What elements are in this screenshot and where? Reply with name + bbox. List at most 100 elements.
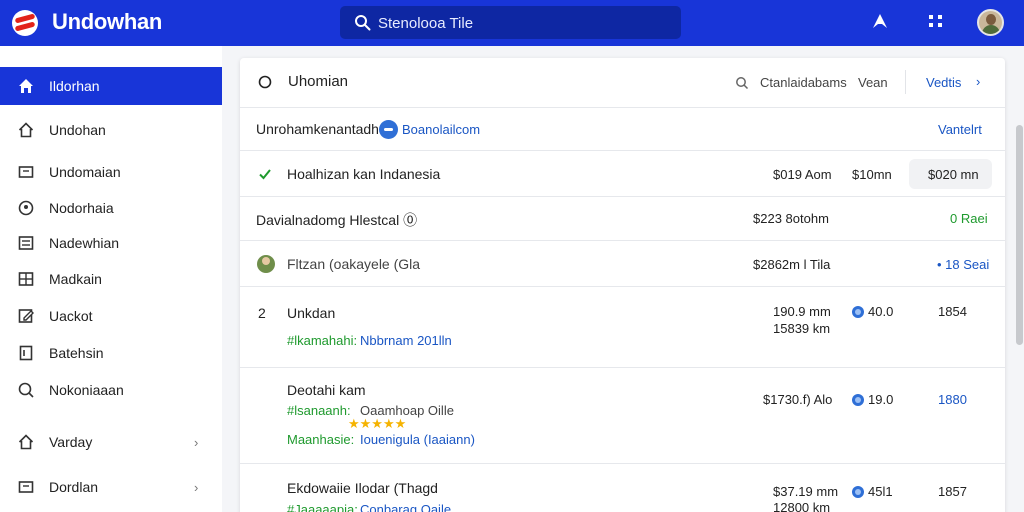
grid-icon — [18, 272, 34, 286]
sidebar-item-label: Uackot — [49, 308, 93, 324]
row-value-1: $223 8otohm — [753, 211, 829, 226]
globe-icon — [379, 120, 398, 139]
chevron-right-icon[interactable]: › — [976, 74, 980, 89]
table-row[interactable]: Davialnadomg Hlestcal ⓪ $223 8otohm 0 Ra… — [240, 197, 1005, 241]
home-icon — [19, 79, 33, 93]
main-panel: Uhomian Ctanlaidabams Vean Vedtis › Unro… — [240, 58, 1005, 512]
score-icon — [852, 306, 864, 318]
list-icon — [18, 236, 34, 250]
subheader-tag[interactable]: Boanolailcom — [402, 122, 480, 137]
search-box[interactable] — [340, 6, 681, 39]
radio-circle-icon[interactable] — [258, 75, 272, 89]
sidebar-item-label: Varday — [49, 434, 93, 450]
sidebar-item-label: Undohan — [49, 122, 106, 138]
row-status: • 18 Seai — [937, 257, 990, 272]
item-tag-secondary: Maanhasie: — [287, 432, 355, 447]
folder-icon — [18, 481, 34, 493]
subheader-action[interactable]: Vantelrt — [938, 122, 982, 137]
score-icon — [852, 486, 864, 498]
rating-stars: ★★★★★ — [348, 416, 407, 431]
item-score: 40.0 — [868, 304, 894, 319]
table-row[interactable]: Fltzan (oakayele (Gla $2862m l Tila • 18… — [240, 241, 1005, 287]
search-icon[interactable] — [735, 76, 749, 90]
sidebar-item-label: Madkain — [49, 271, 102, 287]
item-total: 1857 — [938, 484, 967, 499]
item-amount-secondary: 15839 km — [773, 321, 831, 336]
user-avatar[interactable] — [977, 9, 1004, 36]
sidebar-item-label: Batehsin — [49, 345, 104, 361]
app-title: Undowhan — [52, 9, 163, 34]
panel-header: Uhomian Ctanlaidabams Vean Vedtis › — [240, 58, 1005, 108]
search-input[interactable] — [378, 13, 668, 33]
row-value-1: $019 Aom — [773, 167, 832, 182]
check-icon — [259, 169, 271, 180]
folder-icon — [18, 166, 34, 178]
row-status: 0 Raei — [950, 211, 988, 226]
row-value-3: $020 mn — [928, 167, 979, 182]
sidebar-item-nadewhian[interactable]: Nadewhian — [0, 224, 222, 262]
view-button[interactable]: Vean — [858, 75, 888, 90]
panel-subheader: Unrohamkenantadh Boanolailcom Vantelrt — [240, 108, 1005, 151]
sidebar-item-label: Undomaian — [49, 164, 121, 180]
document-icon — [19, 345, 33, 361]
item-amount-secondary: 12800 km — [773, 500, 831, 512]
item-score: 19.0 — [868, 392, 894, 407]
sidebar-item-undohan[interactable]: Undohan — [0, 111, 222, 149]
chevron-right-icon: › — [194, 434, 199, 450]
item-subtitle-secondary[interactable]: Iouenigula (Iaaiann) — [360, 432, 475, 447]
item-amount: $37.19 mm — [773, 484, 839, 499]
subheader-title: Unrohamkenantadh — [256, 121, 379, 137]
search-icon — [18, 382, 34, 398]
item-subtitle[interactable]: Conbarag Oaile — [360, 502, 451, 512]
search-icon — [355, 15, 371, 31]
sidebar-item-dordlan[interactable]: Dordlan › — [0, 468, 222, 506]
item-title: Unkdan — [287, 305, 336, 321]
home-outline-icon — [18, 122, 34, 138]
sidebar-item-label: Dordlan — [49, 479, 99, 495]
sidebar-item-varday[interactable]: Varday › — [0, 423, 222, 461]
row-value-1: $2862m l Tila — [753, 257, 831, 272]
app-logo-icon[interactable] — [12, 10, 38, 36]
panel-search-label[interactable]: Ctanlaidabams — [760, 75, 847, 90]
list-item[interactable]: 2 Unkdan #lkamahahi: Nbbrnam 201lln 190.… — [240, 287, 1005, 368]
list-item[interactable]: Deotahi kam #lsanaanh: Oaamhoap Oille ★★… — [240, 368, 1005, 464]
row-value-2: $10mn — [852, 167, 892, 182]
sidebar-item-label: Ildorhan — [49, 78, 100, 94]
sidebar-item-batehsin[interactable]: Batehsin — [0, 334, 222, 372]
item-index: 2 — [258, 305, 266, 321]
item-subtitle[interactable]: Nbbrnam 201lln — [360, 333, 452, 348]
user-circle-icon — [18, 200, 34, 216]
table-row[interactable]: Hoalhizan kan Indanesia $019 Aom $10mn $… — [240, 151, 1005, 197]
item-tag: #lkamahahi: — [287, 333, 358, 348]
sidebar-item-nokoniaaan[interactable]: Nokoniaaan — [0, 371, 222, 409]
item-total: 1854 — [938, 304, 967, 319]
panel-title: Uhomian — [288, 73, 349, 90]
sidebar-item-ildorhan[interactable]: Ildorhan — [0, 67, 222, 105]
item-tag: #lsanaanh: — [287, 403, 351, 418]
score-icon — [852, 394, 864, 406]
chevron-right-icon: › — [194, 479, 199, 495]
header-divider — [905, 70, 906, 94]
edit-icon — [18, 309, 34, 323]
sidebar-item-label: Nadewhian — [49, 235, 120, 251]
details-link[interactable]: Vedtis — [926, 75, 961, 90]
sidebar-item-undomaian[interactable]: Undomaian — [0, 153, 222, 191]
scrollbar-thumb[interactable] — [1016, 125, 1023, 345]
list-item[interactable]: Ekdowaiie Ilodar (Thagd #Jaaaaapia: Conb… — [240, 464, 1005, 512]
item-amount: $1730.f) Alo — [763, 392, 833, 407]
profile-bolt-icon[interactable] — [870, 12, 890, 32]
sidebar-item-nodorhaia[interactable]: Nodorhaia — [0, 189, 222, 227]
sidebar: Ildorhan Undohan Undomaian Nodorhaia Nad… — [0, 46, 222, 512]
item-total: 1880 — [938, 392, 967, 407]
row-value-pill[interactable]: $020 mn — [909, 159, 992, 189]
sidebar-item-uackot[interactable]: Uackot — [0, 297, 222, 335]
row-title: Fltzan (oakayele (Gla — [287, 256, 421, 272]
sidebar-item-label: Nokoniaaan — [49, 382, 124, 398]
home-outline-icon — [18, 434, 34, 450]
item-title: Ekdowaiie Ilodar (Thagd — [287, 480, 438, 496]
row-title: Hoalhizan kan Indanesia — [287, 166, 441, 182]
item-tag: #Jaaaaapia: — [287, 502, 358, 512]
apps-grid-icon[interactable] — [927, 12, 945, 32]
sidebar-item-madkain[interactable]: Madkain — [0, 260, 222, 298]
item-amount: 190.9 mm — [773, 304, 831, 319]
